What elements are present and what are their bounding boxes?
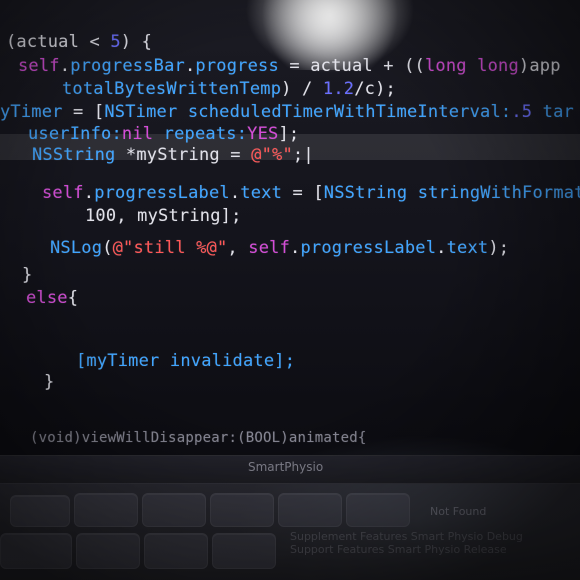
code-line: self.progressLabel.text = [NSString stri… bbox=[42, 183, 580, 203]
code-token: [myTimer invalidate]; bbox=[76, 351, 296, 371]
code-token: NSTimer bbox=[104, 102, 178, 122]
code-token: /c); bbox=[354, 79, 396, 99]
code-token: NSLog bbox=[50, 238, 103, 258]
dock-bar: SmartPhysio bbox=[0, 455, 580, 484]
code-token: else bbox=[26, 288, 68, 308]
code-token: userInfo: bbox=[28, 124, 122, 144]
code-token: } bbox=[22, 265, 33, 285]
code-token: *myString = bbox=[115, 145, 252, 165]
key bbox=[142, 493, 206, 527]
code-token: . bbox=[229, 183, 241, 203]
code-token: ) { bbox=[120, 32, 153, 52]
code-line: } bbox=[22, 265, 32, 285]
code-line: userInfo:nil repeats:YES]; bbox=[28, 124, 299, 144]
code-token: totalBytesWrittenTemp bbox=[62, 79, 282, 99]
code-token: progressLabel bbox=[94, 183, 230, 203]
code-token: } bbox=[44, 372, 55, 392]
photo-of-screen: (actual < 5) { self.progressBar.progress… bbox=[0, 0, 580, 580]
code-token: 5 bbox=[110, 32, 121, 52]
reflection-text-bottom: Supplement Features Smart Physio Debug S… bbox=[290, 530, 580, 556]
code-token: self bbox=[18, 56, 60, 76]
code-token: nil bbox=[121, 124, 154, 144]
reflection-line-1: Supplement Features Smart Physio Debug bbox=[290, 530, 523, 543]
code-token: . bbox=[436, 238, 447, 258]
code-token: 1.2 bbox=[322, 79, 355, 99]
key bbox=[346, 493, 410, 527]
code-token: .5 bbox=[511, 102, 533, 122]
key bbox=[210, 493, 274, 527]
code-token: long long bbox=[425, 56, 519, 76]
code-token: . bbox=[290, 238, 301, 258]
reflection-text-not-found: Not Found bbox=[430, 505, 487, 518]
key bbox=[10, 495, 70, 527]
code-token: . bbox=[184, 56, 196, 76]
code-token: scheduledTimerWithTimeInterval: bbox=[177, 102, 512, 122]
code-token: text bbox=[446, 238, 489, 258]
key bbox=[144, 533, 208, 569]
code-token: , bbox=[227, 238, 249, 258]
code-token: @"%" bbox=[251, 145, 293, 165]
code-token: progressLabel bbox=[300, 238, 437, 258]
code-token: tar bbox=[532, 102, 574, 122]
code-token: ]; bbox=[278, 124, 300, 144]
code-line: } bbox=[44, 372, 54, 392]
code-line: NSLog(@"still %@", self.progressLabel.te… bbox=[50, 238, 509, 258]
key bbox=[212, 533, 276, 569]
code-line: 100, myString]; bbox=[85, 206, 242, 226]
code-line: (void)viewWillDisappear:(BOOL)animated{ bbox=[30, 430, 367, 446]
key bbox=[76, 533, 140, 569]
dock-label: SmartPhysio bbox=[248, 460, 324, 474]
key bbox=[0, 533, 72, 569]
code-token: ) / bbox=[281, 79, 323, 99]
code-token: ;| bbox=[292, 145, 314, 165]
code-line: self.progressBar.progress = actual + ((l… bbox=[18, 56, 561, 76]
code-token: NSString bbox=[32, 145, 116, 165]
code-token: ( bbox=[102, 238, 113, 258]
code-token: . bbox=[83, 183, 95, 203]
code-token: = [ bbox=[282, 183, 324, 203]
code-token: 100, myString]; bbox=[85, 206, 242, 226]
code-line: (actual < 5) { bbox=[6, 32, 152, 52]
code-line: else{ bbox=[26, 288, 78, 308]
code-token: self bbox=[248, 238, 291, 258]
code-editor: (actual < 5) { self.progressBar.progress… bbox=[0, 0, 580, 450]
code-token: progress bbox=[195, 56, 279, 76]
code-token: = [ bbox=[62, 102, 105, 122]
key bbox=[278, 493, 342, 527]
code-token: stringWithFormat: bbox=[407, 183, 580, 203]
code-token: repeats: bbox=[153, 124, 248, 144]
code-token: text bbox=[240, 183, 283, 203]
code-token: self bbox=[42, 183, 84, 203]
code-token: NSString bbox=[323, 183, 408, 203]
key bbox=[74, 493, 138, 527]
code-token: = actual + (( bbox=[278, 56, 425, 76]
code-line: yTimer = [NSTimer scheduledTimerWithTime… bbox=[0, 102, 574, 122]
code-line: totalBytesWrittenTemp) / 1.2/c); bbox=[62, 79, 396, 99]
code-token: (void)viewWillDisappear:(BOOL)animated{ bbox=[30, 430, 367, 446]
code-token: progressBar bbox=[70, 56, 185, 76]
code-token: YES bbox=[247, 124, 279, 144]
code-token: ); bbox=[488, 238, 510, 258]
code-token: yTimer bbox=[0, 102, 63, 122]
code-token: . bbox=[59, 56, 71, 76]
code-token: )app bbox=[518, 56, 561, 76]
code-line: [myTimer invalidate]; bbox=[76, 351, 295, 371]
code-line: NSString *myString = @"%";| bbox=[32, 145, 314, 165]
code-token: @"still %@" bbox=[112, 238, 228, 258]
code-token: { bbox=[67, 288, 79, 308]
reflection-line-2: Support Features Smart Physio Release bbox=[290, 543, 507, 556]
code-token: (actual < bbox=[6, 32, 111, 52]
